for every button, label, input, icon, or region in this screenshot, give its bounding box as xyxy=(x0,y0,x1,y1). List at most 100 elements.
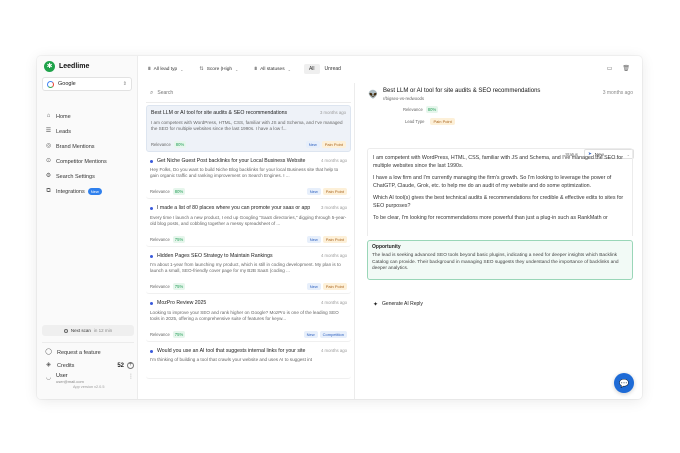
opportunity-box: Opportunity The lead is seeking advanced… xyxy=(367,240,633,280)
lead-type-row: Lead Type Pain Point xyxy=(405,118,637,125)
project-name: Google xyxy=(58,81,76,87)
add-credits-button[interactable]: + xyxy=(127,362,134,369)
home-icon: ⌂ xyxy=(46,113,51,119)
app-name: Leedlime xyxy=(59,63,90,70)
chat-icon: 💬 xyxy=(619,378,629,388)
post-paragraph: Which AI tool(s) gives the best technica… xyxy=(373,195,624,209)
sidebar-item-label: Leads xyxy=(56,128,71,135)
lead-type-badge: Pain Point xyxy=(321,140,346,148)
relevance-label: Relevance xyxy=(403,107,423,112)
relevance-value: 75% xyxy=(172,283,186,290)
user-email: user@mail.com xyxy=(56,379,84,384)
lead-type-label: Lead Type xyxy=(405,119,425,124)
logo[interactable]: ✱ Leedlime xyxy=(44,61,89,72)
status-filter[interactable]: ⩩ All statuses ⌄ xyxy=(251,64,294,75)
user-menu[interactable]: ◡ User user@mail.com ⋮ xyxy=(42,373,134,384)
chat-support-button[interactable]: 💬 xyxy=(614,373,634,393)
status-filter-label: All statuses xyxy=(260,66,285,72)
google-icon xyxy=(47,80,54,88)
lead-type-badge: Pain Point xyxy=(322,283,347,290)
relevance-label: Relevance xyxy=(151,141,171,147)
lead-time: 4 months ago xyxy=(320,347,347,353)
lead-type-filter[interactable]: ⩩ All lead typ ⌄ xyxy=(145,64,187,75)
lead-excerpt: I am competent with WordPress, HTML, CSS… xyxy=(151,119,343,131)
chevron-updown-icon: ⇕ xyxy=(122,81,127,87)
sidebar-item-home[interactable]: ⌂ Home xyxy=(42,109,134,124)
sidebar-item-label: Brand Mentions xyxy=(56,143,95,150)
status-badge: New xyxy=(306,283,321,290)
unread-dot-icon xyxy=(150,159,153,163)
lead-card[interactable]: Would you use an AI tool that suggests i… xyxy=(146,344,351,379)
lead-type-badge: Pain Point xyxy=(430,118,455,125)
next-scan-indicator: Next scan in 12 min xyxy=(42,325,134,336)
lead-time: 3 months ago xyxy=(319,110,346,115)
filters-bar: ⩩ All lead typ ⌄ ⇅ Score (High ⌄ ⩩ All s… xyxy=(145,63,346,75)
chevron-down-icon: ⌄ xyxy=(180,66,184,72)
status-badge: New xyxy=(305,140,320,148)
filter-icon: ⩩ xyxy=(148,66,151,72)
next-scan-label: Next scan xyxy=(70,328,91,333)
app-version: App version v2.0.5 xyxy=(73,385,105,389)
lead-card[interactable]: I made a list of 80 places where you can… xyxy=(146,201,351,247)
lead-card[interactable]: MozPro Review 2025 4 months ago Looking … xyxy=(146,296,351,342)
lead-type-filter-label: All lead typ xyxy=(153,66,178,72)
sidebar-nav: ⌂ Home ☰ Leads ◎ Brand Mentions ⊙ Compet… xyxy=(42,109,134,199)
sidebar-item-search-settings[interactable]: ⚙ Search Settings xyxy=(42,169,134,184)
credits-icon: ◈ xyxy=(46,362,51,368)
search-input[interactable] xyxy=(157,90,338,96)
tab-all[interactable]: All xyxy=(303,64,320,74)
new-badge: New xyxy=(87,188,102,195)
sidebar-item-label: Search Settings xyxy=(56,173,95,180)
lead-excerpt: Every time I launch a new product, I end… xyxy=(150,214,347,226)
lead-excerpt: Looking to improve your SEO and rank hig… xyxy=(150,309,339,321)
clock-icon xyxy=(63,328,68,333)
competitor-icon: ⊙ xyxy=(45,158,52,164)
search-icon: ⌕ xyxy=(150,89,154,96)
generate-ai-reply-label: Generate AI Reply xyxy=(382,301,423,307)
subreddit-label[interactable]: r/bigseo-vs-redwoods xyxy=(383,96,540,101)
search-bar: ⌕ xyxy=(146,88,351,103)
unread-dot-icon xyxy=(150,302,153,305)
opportunity-title: Opportunity xyxy=(372,244,401,250)
read-filter-toggle: All Unread xyxy=(303,64,346,74)
relevance-value: 80% xyxy=(172,188,186,195)
filter-icon: ⩩ xyxy=(254,66,258,72)
leads-icon: ☰ xyxy=(45,128,52,134)
unread-dot-icon xyxy=(150,254,153,258)
generate-ai-reply-button[interactable]: ✦ Generate AI Reply xyxy=(368,298,428,310)
credits-label: Credits xyxy=(57,362,75,369)
credits-row: ◈ Credits 52 + xyxy=(42,359,134,372)
reddit-avatar-icon: 👽 xyxy=(368,90,378,99)
relevance-value: 80% xyxy=(425,106,439,113)
relevance-label: Relevance xyxy=(150,331,170,337)
sidebar-item-leads[interactable]: ☰ Leads xyxy=(42,124,134,139)
lead-type-badge: Competition xyxy=(319,330,347,338)
tab-unread[interactable]: Unread xyxy=(320,64,346,74)
lead-card[interactable]: Get Niche Guest Post backlinks for your … xyxy=(146,154,351,199)
score-filter[interactable]: ⇅ Score (High ⌄ xyxy=(197,64,242,75)
lead-title: Best LLM or AI tool for site audits & SE… xyxy=(151,110,288,116)
lead-time: 4 months ago xyxy=(320,300,347,305)
sidebar-item-brand-mentions[interactable]: ◎ Brand Mentions xyxy=(42,139,134,154)
lead-excerpt: I'm thinking of building a tool that cra… xyxy=(150,357,313,362)
sidebar-item-competitor-mentions[interactable]: ⊙ Competitor Mentions xyxy=(42,154,134,169)
relevance-value: 75% xyxy=(172,235,186,243)
lead-title: Would you use an AI tool that suggests i… xyxy=(157,347,306,354)
archive-icon[interactable]: ▭ xyxy=(607,65,613,72)
trash-icon[interactable]: 🗑 xyxy=(622,65,630,72)
status-badge: New xyxy=(303,330,318,338)
lead-excerpt: Hey Folks, Do you want to build Niche Bl… xyxy=(150,167,339,179)
brand-icon: ◎ xyxy=(45,143,52,149)
sidebar-bottom: ◯ Request a feature ◈ Credits 52 + ◡ Use… xyxy=(42,342,134,389)
request-feature-link[interactable]: ◯ Request a feature xyxy=(42,346,134,359)
project-selector[interactable]: Google ⇕ xyxy=(42,77,132,91)
lead-title: MozPro Review 2025 xyxy=(157,300,207,306)
sidebar-item-integrations[interactable]: ⧉ Integrations New xyxy=(42,184,134,199)
lead-title: Get Niche Guest Post backlinks for your … xyxy=(157,157,306,164)
more-options-icon[interactable]: ⋮ xyxy=(128,373,134,380)
lead-card[interactable]: Hidden Pages SEO Strategy to Maintain Ra… xyxy=(146,249,351,294)
lead-card[interactable]: Best LLM or AI tool for site audits & SE… xyxy=(146,105,351,152)
user-info: User user@mail.com xyxy=(56,373,84,384)
integrations-icon: ⧉ xyxy=(46,188,51,194)
lead-list: ⌕ Best LLM or AI tool for site audits & … xyxy=(143,83,355,399)
